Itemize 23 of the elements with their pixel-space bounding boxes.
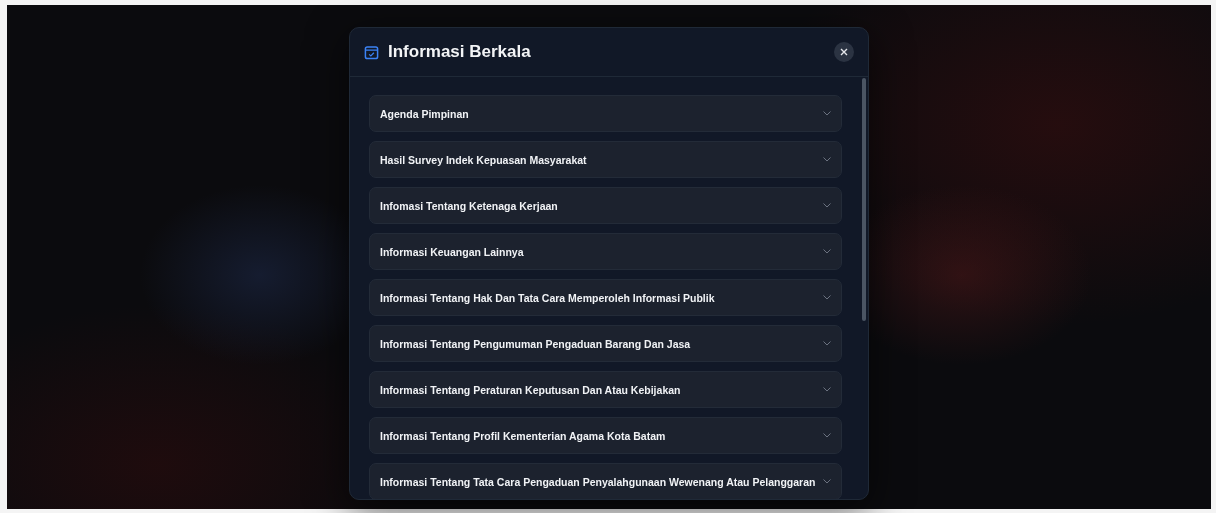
chevron-icon: [823, 479, 831, 484]
accordion-item[interactable]: Informasi Tentang Tata Cara Pengaduan Penyalahgunaan Wewenang Atau Pelanggaran: [369, 463, 842, 499]
accordion-item[interactable]: Infomasi Tentang Ketenaga Kerjaan: [369, 187, 842, 224]
chevron-icon: [823, 387, 831, 392]
chevron-icon: [823, 249, 831, 254]
calendar-icon: [364, 44, 379, 60]
chevron-icon: [823, 433, 831, 438]
accordion-item[interactable]: Informasi Keuangan Lainnya: [369, 233, 842, 270]
accordion-item[interactable]: Informasi Tentang Pengumuman Pengaduan Barang Dan Jasa: [369, 325, 842, 362]
accordion-item[interactable]: Hasil Survey Indek Kepuasan Masyarakat: [369, 141, 842, 178]
chevron-icon: [823, 157, 831, 162]
close-icon: [840, 48, 848, 56]
chevron-icon: [823, 203, 831, 208]
close-button[interactable]: [834, 42, 854, 62]
chevron-icon: [823, 341, 831, 346]
accordion-item[interactable]: Agenda Pimpinan: [369, 95, 842, 132]
accordion-item[interactable]: Informasi Tentang Hak Dan Tata Cara Memperoleh Informasi Publik: [369, 279, 842, 316]
scrollbar[interactable]: [862, 78, 866, 321]
chevron-icon: [823, 111, 831, 116]
accordion-item[interactable]: Informasi Tentang Profil Kementerian Agama Kota Batam: [369, 417, 842, 454]
dialog-title: Informasi Berkala: [388, 42, 532, 62]
chevron-icon: [823, 295, 831, 300]
accordion-item[interactable]: Informasi Tentang Peraturan Keputusan Dan Atau Kebijakan: [369, 371, 842, 408]
